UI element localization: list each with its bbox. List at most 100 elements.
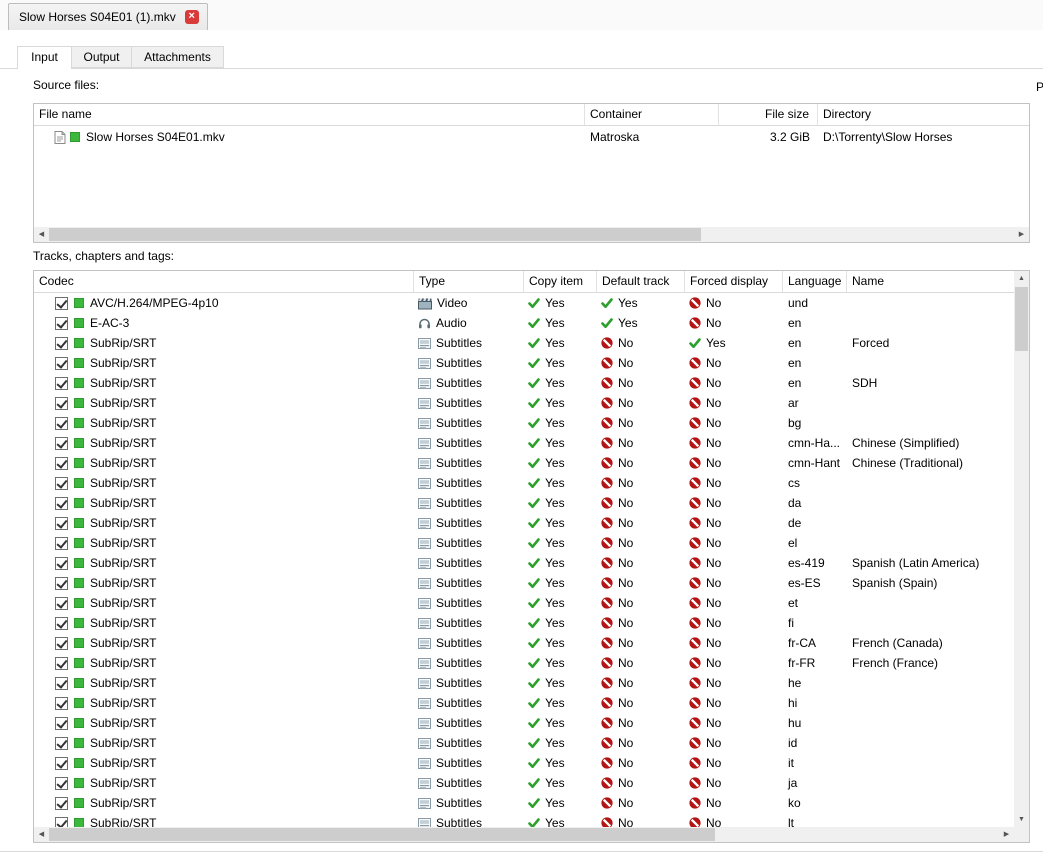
track-name-cell [847,753,1014,773]
scroll-down-icon[interactable]: ▼ [1014,812,1029,827]
track-checkbox[interactable] [55,356,68,370]
track-forced-cell: No [685,813,783,827]
track-checkbox[interactable] [55,316,68,330]
track-enabled-icon [74,378,84,388]
track-checkbox[interactable] [55,376,68,390]
track-checkbox[interactable] [55,816,68,827]
track-copy-cell: Yes [524,533,597,553]
track-checkbox[interactable] [55,616,68,630]
track-row[interactable]: E-AC-3 Audio Yes Yes No en [34,313,1014,333]
track-row[interactable]: SubRip/SRT Subtitles Yes No No fr-CA French (C… [34,633,1014,653]
track-row[interactable]: SubRip/SRT Subtitles Yes No No bg [34,413,1014,433]
track-row[interactable]: SubRip/SRT Subtitles Yes No No de [34,513,1014,533]
track-codec-label: SubRip/SRT [90,476,157,490]
track-checkbox[interactable] [55,696,68,710]
tab-input[interactable]: Input [17,46,72,69]
track-row[interactable]: SubRip/SRT Subtitles Yes No No fr-FR French (F… [34,653,1014,673]
track-copy-cell: Yes [524,713,597,733]
track-checkbox[interactable] [55,796,68,810]
column-header-directory[interactable]: Directory [818,104,1029,125]
file-tab[interactable]: Slow Horses S04E01 (1).mkv × [8,3,208,30]
yes-check-icon [601,297,613,308]
tab-output[interactable]: Output [71,46,132,68]
track-row[interactable]: SubRip/SRT Subtitles Yes No No en SDH [34,373,1014,393]
track-checkbox[interactable] [55,716,68,730]
track-checkbox[interactable] [55,636,68,650]
track-row[interactable]: SubRip/SRT Subtitles Yes No No en [34,353,1014,373]
track-row[interactable]: SubRip/SRT Subtitles Yes No No lt [34,813,1014,827]
scroll-up-icon[interactable]: ▲ [1014,271,1029,286]
track-row[interactable]: SubRip/SRT Subtitles Yes No No es-ES Spanish (… [34,573,1014,593]
column-header-file-size[interactable]: File size [719,104,818,125]
track-row[interactable]: SubRip/SRT Subtitles Yes No No hu [34,713,1014,733]
track-language-label: et [788,596,799,610]
track-row[interactable]: SubRip/SRT Subtitles Yes No No da [34,493,1014,513]
track-row[interactable]: SubRip/SRT Subtitles Yes No No el [34,533,1014,553]
track-row[interactable]: SubRip/SRT Subtitles Yes No Yes en Forced [34,333,1014,353]
track-row[interactable]: SubRip/SRT Subtitles Yes No No cmn-Ha... Chine… [34,433,1014,453]
column-header-type[interactable]: Type [414,271,524,292]
tracks-hscroll-thumb[interactable] [49,828,715,841]
track-checkbox[interactable] [55,656,68,670]
track-row[interactable]: SubRip/SRT Subtitles Yes No No ar [34,393,1014,413]
track-row[interactable]: SubRip/SRT Subtitles Yes No No ko [34,793,1014,813]
track-row[interactable]: SubRip/SRT Subtitles Yes No No ja [34,773,1014,793]
track-checkbox[interactable] [55,476,68,490]
track-row[interactable]: SubRip/SRT Subtitles Yes No No it [34,753,1014,773]
track-row[interactable]: AVC/H.264/MPEG-4p10 Video Yes Yes No und [34,293,1014,313]
track-checkbox[interactable] [55,596,68,610]
track-row[interactable]: SubRip/SRT Subtitles Yes No No es-419 Spanish … [34,553,1014,573]
track-row[interactable]: SubRip/SRT Subtitles Yes No No id [34,733,1014,753]
track-row[interactable]: SubRip/SRT Subtitles Yes No No hi [34,693,1014,713]
track-checkbox[interactable] [55,456,68,470]
tracks-vertical-scrollbar[interactable]: ▲ ▼ [1014,271,1029,827]
track-checkbox[interactable] [55,296,68,310]
source-horizontal-scrollbar[interactable]: ◀ ▶ [34,227,1029,242]
column-header-name[interactable]: Name [847,271,1014,292]
track-row[interactable]: SubRip/SRT Subtitles Yes No No he [34,673,1014,693]
track-copy-label: Yes [545,296,565,310]
scroll-left-icon[interactable]: ◀ [34,827,49,842]
track-checkbox[interactable] [55,556,68,570]
track-checkbox[interactable] [55,576,68,590]
source-hscroll-thumb[interactable] [49,228,701,241]
track-type-cell: Subtitles [414,693,524,713]
close-tab-icon[interactable]: × [184,10,199,24]
column-header-container[interactable]: Container [585,104,719,125]
column-header-codec[interactable]: Codec [34,271,414,292]
splitter-handle[interactable] [0,851,1043,852]
track-forced-label: No [706,536,722,550]
column-header-default-track[interactable]: Default track [597,271,685,292]
column-header-copy-item[interactable]: Copy item [524,271,597,292]
scroll-right-icon[interactable]: ▶ [999,827,1014,842]
track-row[interactable]: SubRip/SRT Subtitles Yes No No cs [34,473,1014,493]
track-checkbox[interactable] [55,436,68,450]
track-checkbox[interactable] [55,756,68,770]
column-header-language[interactable]: Language [783,271,847,292]
scroll-left-icon[interactable]: ◀ [34,227,49,242]
track-checkbox[interactable] [55,736,68,750]
track-copy-cell: Yes [524,293,597,313]
track-checkbox[interactable] [55,396,68,410]
track-row[interactable]: SubRip/SRT Subtitles Yes No No et [34,593,1014,613]
column-header-forced-display[interactable]: Forced display [685,271,783,292]
track-checkbox[interactable] [55,516,68,530]
track-codec-cell: SubRip/SRT [34,653,414,673]
column-header-file-name[interactable]: File name [34,104,585,125]
source-file-row[interactable]: Slow Horses S04E01.mkv Matroska 3.2 GiB … [34,126,1029,148]
tracks-vscroll-thumb[interactable] [1015,287,1028,351]
subtitles-icon [418,657,431,669]
tab-attachments[interactable]: Attachments [131,46,224,68]
track-checkbox[interactable] [55,416,68,430]
track-row[interactable]: SubRip/SRT Subtitles Yes No No cmn-Hant Chines… [34,453,1014,473]
track-checkbox[interactable] [55,536,68,550]
tracks-horizontal-scrollbar[interactable]: ◀ ▶ [34,827,1014,842]
track-checkbox[interactable] [55,336,68,350]
scroll-right-icon[interactable]: ▶ [1014,227,1029,242]
track-checkbox[interactable] [55,496,68,510]
track-row[interactable]: SubRip/SRT Subtitles Yes No No fi [34,613,1014,633]
no-prohibited-icon [689,797,701,809]
yes-check-icon [528,317,540,328]
track-checkbox[interactable] [55,776,68,790]
track-checkbox[interactable] [55,676,68,690]
